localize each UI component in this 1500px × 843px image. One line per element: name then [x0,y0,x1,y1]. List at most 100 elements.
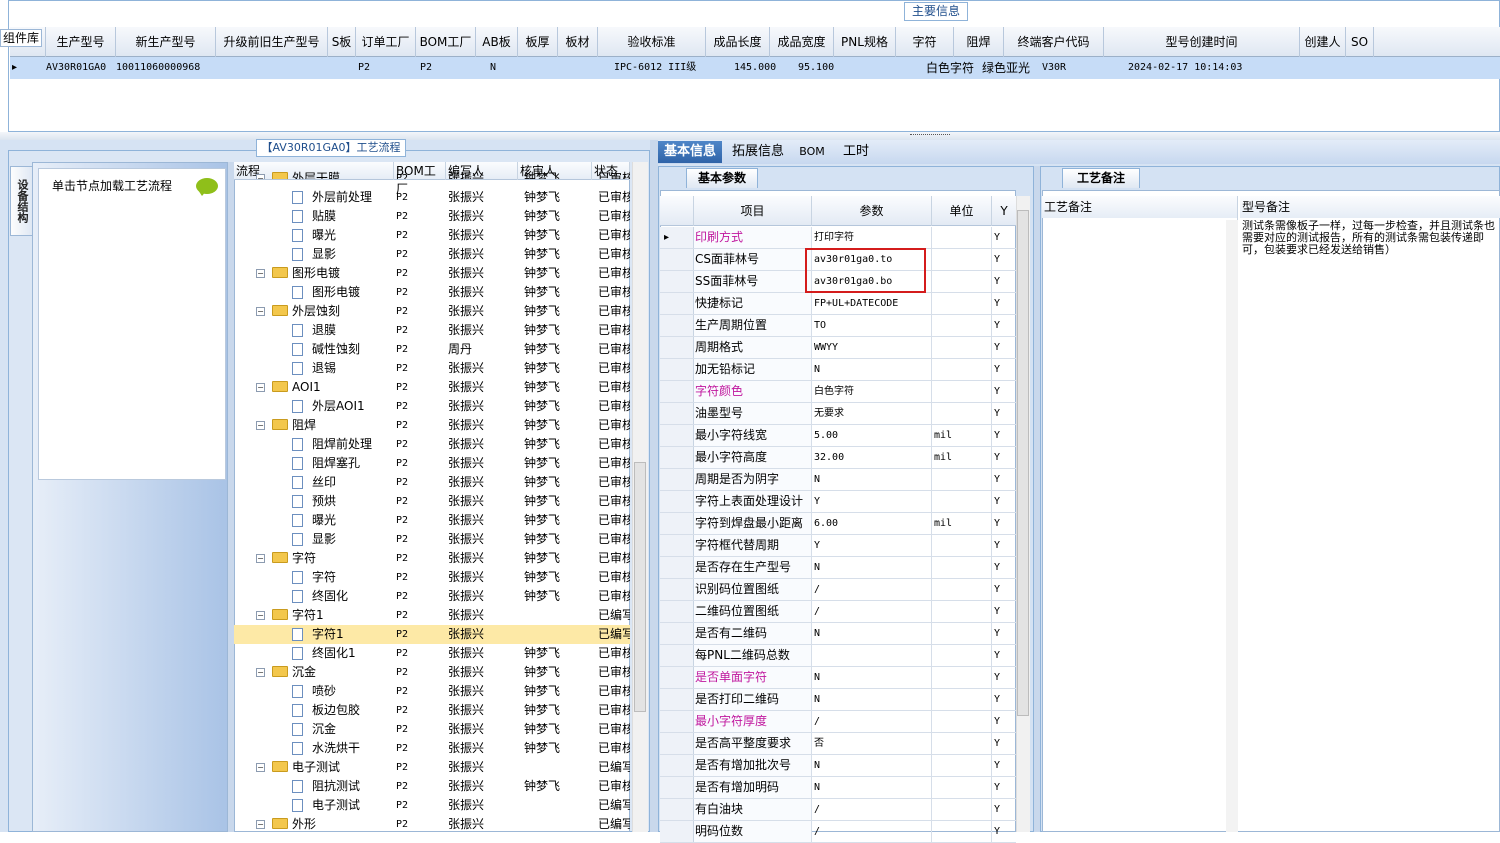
tree-row[interactable]: 碱性蚀刻 P2 周丹 钟梦飞 已审核 [234,340,630,359]
tree-row[interactable]: − 电子测试 P2 张振兴 已编写 [234,758,630,777]
param-value[interactable]: N [812,469,932,490]
param-value[interactable]: / [812,579,932,600]
param-row[interactable]: 字符框代替周期 Y Y [660,535,1016,557]
param-value[interactable] [812,645,932,666]
tree-row[interactable]: − 字符1 P2 张振兴 已编写 [234,606,630,625]
tree-row[interactable]: 字符 P2 张振兴 钟梦飞 已审核 [234,568,630,587]
main-col-8[interactable]: 板材 [558,27,598,57]
collapse-toggle-icon[interactable]: − [256,269,265,278]
param-row[interactable]: 是否单面字符 N Y [660,667,1016,689]
param-row[interactable]: 字符颜色 白色字符 Y [660,381,1016,403]
tab-work-hours[interactable]: 工时 [836,141,876,163]
main-col-5[interactable]: BOM工厂 [416,27,476,57]
tab-process-notes[interactable]: 工艺备注 [1062,168,1140,188]
tree-row[interactable]: 字符1 P2 张振兴 已编写 [234,625,630,644]
tree-row[interactable]: 丝印 P2 张振兴 钟梦飞 已审核 [234,473,630,492]
collapse-toggle-icon[interactable]: − [256,421,265,430]
tab-basic-info[interactable]: 基本信息 [658,141,722,163]
tree-row[interactable]: − 外层干膜 P2 张振兴 钟梦飞 已审核 [234,169,630,179]
main-col-6[interactable]: AB板 [476,27,518,57]
row-selector[interactable] [660,249,694,270]
row-selector[interactable] [660,557,694,578]
param-row[interactable]: 油墨型号 无要求 Y [660,403,1016,425]
param-value[interactable]: WWYY [812,337,932,358]
tree-row[interactable]: − 图形电镀 P2 张振兴 钟梦飞 已审核 [234,264,630,283]
collapse-toggle-icon[interactable]: − [256,383,265,392]
param-value[interactable]: N [812,557,932,578]
main-col-12[interactable]: PNL规格 [834,27,896,57]
param-value[interactable]: N [812,359,932,380]
row-selector[interactable] [660,535,694,556]
tree-row[interactable]: 图形电镀 P2 张振兴 钟梦飞 已审核 [234,283,630,302]
tab-bom[interactable]: BOM [794,141,830,163]
param-value[interactable]: Y [812,535,932,556]
params-scrollbar-thumb[interactable] [1017,210,1029,716]
param-value[interactable]: N [812,777,932,798]
param-value[interactable]: 32.00 [812,447,932,468]
col-item[interactable]: 项目 [694,196,812,226]
cell-created[interactable]: 2024-02-17 10:14:03 [1128,57,1268,79]
main-col-7[interactable]: 板厚 [518,27,558,57]
param-row[interactable]: 有白油块 / Y [660,799,1016,821]
row-selector[interactable] [660,667,694,688]
param-row[interactable]: 二维码位置图纸 / Y [660,601,1016,623]
row-selector[interactable] [660,623,694,644]
row-selector[interactable]: ▸ [660,227,694,248]
param-value[interactable]: N [812,667,932,688]
tree-row[interactable]: − AOI1 P2 张振兴 钟梦飞 已审核 [234,378,630,397]
param-value[interactable]: 无要求 [812,403,932,424]
main-info-tab[interactable]: 主要信息 [904,2,968,21]
param-row[interactable]: 周期是否为阴字 N Y [660,469,1016,491]
cell-solder[interactable]: 绿色亚光 [982,57,1042,79]
row-selector[interactable] [660,271,694,292]
load-process-hint[interactable]: 单击节点加载工艺流程 [52,177,172,194]
param-value[interactable]: 否 [812,733,932,754]
row-selector[interactable] [660,755,694,776]
param-row[interactable]: 每PNL二维码总数 Y [660,645,1016,667]
param-value[interactable]: 白色字符 [812,381,932,402]
col-flag[interactable]: Y [992,196,1016,226]
cell-char[interactable]: 白色字符 [926,57,986,79]
param-value[interactable]: Y [812,491,932,512]
main-col-9[interactable]: 验收标准 [598,27,706,57]
tree-row[interactable]: 退锡 P2 张振兴 钟梦飞 已审核 [234,359,630,378]
row-selector[interactable] [660,447,694,468]
tree-row[interactable]: − 外层蚀刻 P2 张振兴 钟梦飞 已审核 [234,302,630,321]
cell-customer[interactable]: V30R [1042,57,1102,79]
row-selector[interactable] [660,403,694,424]
tree-row[interactable]: 外层前处理 P2 张振兴 钟梦飞 已审核 [234,188,630,207]
main-grid-row[interactable]: ▸ AV30R01GA0 10011060000968 P2 P2 N IPC-… [10,57,1500,79]
tab-extended-info[interactable]: 拓展信息 [726,141,790,163]
cell-order-factory[interactable]: P2 [358,57,398,79]
splitter-grip-icon[interactable] [910,134,950,137]
param-row[interactable]: 识别码位置图纸 / Y [660,579,1016,601]
tree-row[interactable]: 显影 P2 张振兴 钟梦飞 已审核 [234,245,630,264]
main-col-2[interactable]: 升级前旧生产型号 [216,27,328,57]
tree-row[interactable]: 沉金 P2 张振兴 钟梦飞 已审核 [234,720,630,739]
tree-row[interactable]: 显影 P2 张振兴 钟梦飞 已审核 [234,530,630,549]
collapse-toggle-icon[interactable]: − [256,820,265,829]
tree-row[interactable]: − 字符 P2 张振兴 钟梦飞 已审核 [234,549,630,568]
param-value[interactable]: TO [812,315,932,336]
col-unit[interactable]: 单位 [932,196,992,226]
param-row[interactable]: 明码位数 / Y [660,821,1016,843]
main-col-17[interactable]: 创建人 [1300,27,1346,57]
row-selector[interactable] [660,425,694,446]
tree-row[interactable]: 终固化 P2 张振兴 钟梦飞 已审核 [234,587,630,606]
param-row[interactable]: 最小字符厚度 / Y [660,711,1016,733]
collapse-toggle-icon[interactable]: − [256,554,265,563]
param-row[interactable]: 是否有二维码 N Y [660,623,1016,645]
tree-scrollbar-thumb[interactable] [634,462,646,712]
cell-new-model[interactable]: 10011060000968 [116,57,216,79]
param-row[interactable]: 最小字符线宽 5.00 mil Y [660,425,1016,447]
tree-row[interactable]: − 沉金 P2 张振兴 钟梦飞 已审核 [234,663,630,682]
equipment-structure-tab[interactable]: 设备结构 [10,166,32,236]
row-selector[interactable] [660,579,694,600]
collapse-toggle-icon[interactable]: − [256,174,265,179]
row-selector[interactable] [660,491,694,512]
param-row[interactable]: 字符上表面处理设计 Y Y [660,491,1016,513]
main-col-13[interactable]: 字符 [896,27,954,57]
row-selector[interactable] [660,381,694,402]
tree-row[interactable]: 板边包胶 P2 张振兴 钟梦飞 已审核 [234,701,630,720]
row-selector[interactable] [660,337,694,358]
